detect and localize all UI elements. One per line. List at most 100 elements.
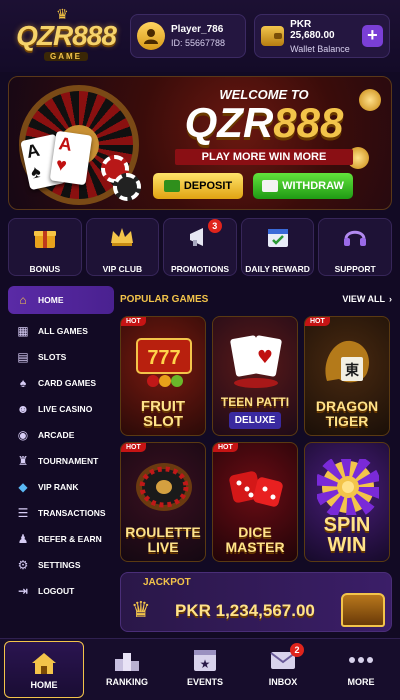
sidebar-item-slots[interactable]: ▤ SLOTS — [8, 344, 114, 370]
sidebar-item-vip-rank[interactable]: ◆ VIP RANK — [8, 474, 114, 500]
deposit-button[interactable]: DEPOSIT — [153, 173, 243, 199]
game-name-line1: DRAGON — [315, 398, 379, 414]
quick-link-label: PROMOTIONS — [170, 264, 230, 274]
sidebar-item-live-casino[interactable]: ☻ LIVE CASINO — [8, 396, 114, 422]
nav-more[interactable]: MORE — [322, 639, 400, 700]
wallet-balance-label: Wallet Balance — [290, 43, 350, 54]
game-name-line2: LIVE — [147, 539, 179, 555]
nav-inbox[interactable]: 2 INBOX — [244, 639, 322, 700]
sidebar-item-label: HOME — [38, 295, 64, 305]
player-name: Player_786 — [171, 24, 224, 35]
dragon-icon: 東 — [325, 340, 370, 383]
game-name-line1: FRUIT — [140, 398, 186, 415]
roulette-icon — [136, 463, 192, 511]
gamepad-icon: ◉ — [17, 428, 29, 442]
nav-label: MORE — [347, 677, 375, 687]
quick-link-label: VIP CLUB — [102, 264, 143, 274]
sidebar-item-refer-earn[interactable]: ♟ REFER & EARN — [8, 526, 114, 552]
game-tile-spin-win[interactable]: SPIN WIN — [304, 442, 390, 562]
game-tile-fruit-slot[interactable]: HOT 777 FRUIT SLOT — [120, 316, 206, 436]
svg-text:777: 777 — [147, 347, 180, 369]
nav-label: HOME — [30, 680, 58, 690]
banner-brand: QZR888 — [149, 99, 379, 147]
diamond-icon: ◆ — [18, 480, 28, 494]
game-tile-dice-master[interactable]: HOT DICE MASTER — [212, 442, 298, 562]
gear-icon: ⚙ — [17, 558, 29, 572]
sidebar-item-label: SETTINGS — [38, 560, 81, 570]
hot-badge: HOT — [213, 443, 238, 452]
jackpot-label: JACKPOT — [143, 577, 191, 588]
jackpot-panel[interactable]: ♛ JACKPOT PKR 1,234,567.00 — [120, 572, 392, 632]
trophy-icon: ♜ — [17, 454, 29, 468]
game-tile-teen-patti[interactable]: ♥ TEEN PATTI DELUXE — [212, 316, 298, 436]
playing-cards-icon: ♥ — [230, 335, 282, 388]
nav-label: INBOX — [268, 677, 298, 687]
sidebar-item-home[interactable]: ⌂ HOME — [8, 286, 114, 314]
spin-wheel-icon — [317, 459, 379, 515]
cash-icon — [262, 180, 279, 192]
withdraw-label: WITHDRAW — [282, 180, 344, 192]
dots-icon — [349, 657, 373, 663]
sidebar-item-label: LIVE CASINO — [38, 404, 93, 414]
quick-link-daily-reward[interactable]: DAILY REWARD — [240, 218, 315, 276]
quick-link-bonus[interactable]: BONUS — [8, 218, 82, 276]
view-all-link[interactable]: VIEW ALL › — [342, 294, 392, 304]
game-name: TEEN PATTI DELUXE — [213, 395, 297, 429]
logout-icon: ⇥ — [17, 584, 29, 598]
game-tile-dragon-tiger[interactable]: HOT 東 DRAGON TIGER — [304, 316, 390, 436]
quick-link-label: BONUS — [29, 264, 61, 274]
wallet-card[interactable]: PKR 25,680.00 Wallet Balance + — [254, 14, 390, 58]
hot-badge: HOT — [305, 317, 330, 326]
wallet-balance: PKR 25,680.00 — [290, 18, 335, 41]
user-icon — [144, 29, 158, 44]
sidebar-item-label: LOGOUT — [38, 586, 75, 596]
sidebar-item-transactions[interactable]: ☰ TRANSACTIONS — [8, 500, 114, 526]
nav-home[interactable]: HOME — [4, 641, 84, 698]
add-funds-button[interactable]: + — [361, 25, 383, 47]
gift-icon — [33, 231, 56, 248]
quick-link-promotions[interactable]: 3 PROMOTIONS — [163, 218, 237, 276]
sidebar-item-card-games[interactable]: ♠ CARD GAMES — [8, 370, 114, 396]
popular-games-header: POPULAR GAMES VIEW ALL › — [120, 288, 392, 310]
sidebar-item-tournament[interactable]: ♜ TOURNAMENT — [8, 448, 114, 474]
nav-ranking[interactable]: RANKING — [88, 639, 166, 700]
game-name: DICE MASTER — [213, 525, 297, 555]
withdraw-button[interactable]: WITHDRAW — [253, 173, 353, 199]
logo[interactable]: ♛ QZR888 GAME — [10, 6, 122, 64]
game-name-line2: TIGER — [325, 413, 369, 429]
quick-links: BONUS VIP CLUB 3 PROMOTIONS DAILY REWARD… — [8, 218, 392, 276]
cash-icon — [163, 180, 180, 192]
slot-icon: ▤ — [17, 350, 29, 364]
popular-games: POPULAR GAMES VIEW ALL › HOT 777 FRUIT S… — [120, 288, 392, 564]
game-name: ROULETTE LIVE — [121, 525, 205, 555]
home-icon — [32, 653, 56, 674]
sidebar-item-settings[interactable]: ⚙ SETTINGS — [8, 552, 114, 578]
home-icon: ⌂ — [19, 293, 27, 307]
sidebar-item-label: REFER & EARN — [38, 534, 102, 544]
svg-text:東: 東 — [345, 362, 359, 379]
crown-icon: ♛ — [131, 597, 151, 622]
player-card[interactable]: Player_786 ID: 55667788 — [130, 14, 246, 58]
sidebar-item-label: SLOTS — [38, 352, 67, 362]
quick-link-vip-club[interactable]: VIP CLUB — [85, 218, 160, 276]
game-tile-roulette-live[interactable]: HOT ROULETTE LIVE — [120, 442, 206, 562]
quick-link-support[interactable]: SUPPORT — [318, 218, 392, 276]
hot-badge: HOT — [121, 443, 146, 452]
nav-label: RANKING — [106, 677, 148, 687]
list-icon: ☰ — [17, 506, 29, 520]
avatar — [137, 22, 165, 50]
logo-sub: GAME — [44, 52, 88, 61]
nav-events[interactable]: ★ EVENTS — [166, 639, 244, 700]
hot-badge: HOT — [121, 317, 146, 326]
bottom-nav: HOME RANKING ★ EVENTS 2 INBOX MORE — [0, 638, 400, 700]
dice-icon — [229, 471, 283, 507]
quick-link-label: SUPPORT — [334, 264, 376, 274]
player-id: ID: 55667788 — [171, 38, 226, 48]
crown-icon — [111, 228, 134, 246]
sidebar-item-all-games[interactable]: ▦ ALL GAMES — [8, 318, 114, 344]
sidebar-item-arcade[interactable]: ◉ ARCADE — [8, 422, 114, 448]
podium-icon — [115, 653, 139, 671]
sidebar-item-label: TOURNAMENT — [38, 456, 99, 466]
sidebar-item-logout[interactable]: ⇥ LOGOUT — [8, 578, 114, 604]
promotions-badge: 3 — [207, 219, 222, 233]
